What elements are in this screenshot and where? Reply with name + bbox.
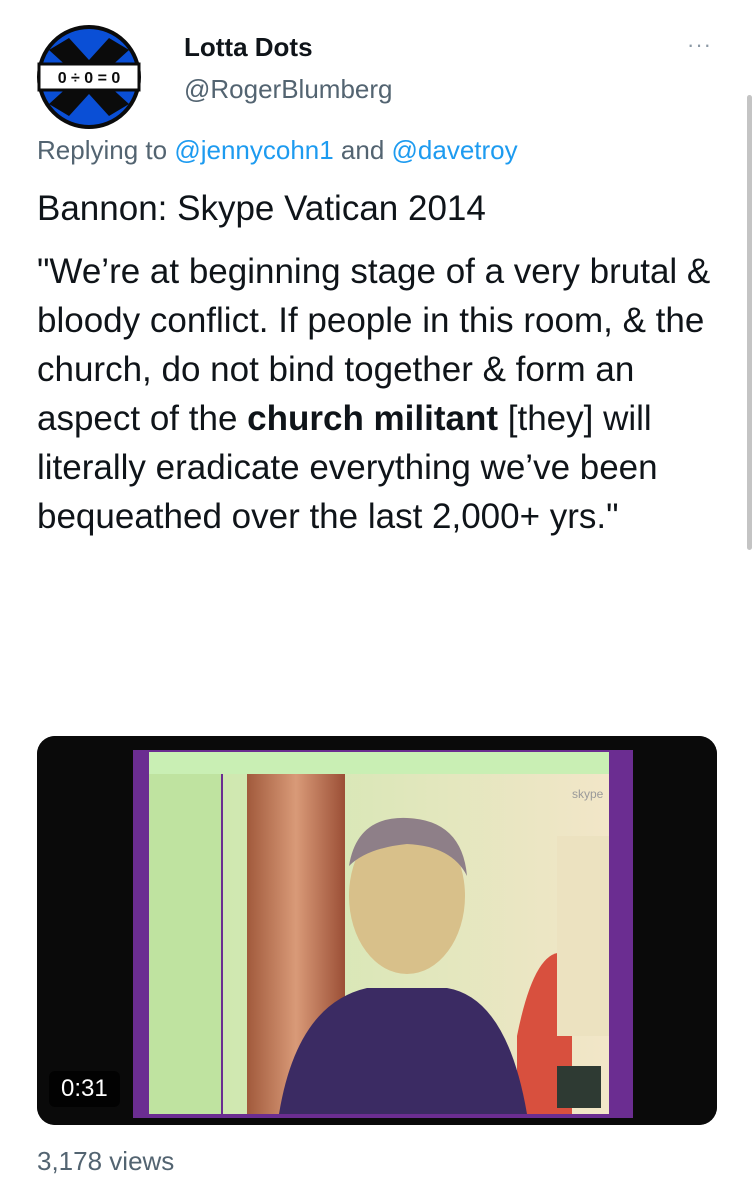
scrollbar-thumb[interactable] (747, 95, 752, 550)
tweet-text: Bannon: Skype Vatican 2014 "We’re at beg… (37, 184, 727, 541)
video-player[interactable]: skype 0:31 (37, 736, 717, 1125)
tweet-quote: "We’re at beginning stage of a very brut… (37, 247, 727, 541)
avatar[interactable]: 0 ÷ 0 = 0 (36, 24, 142, 130)
avatar-text: 0 ÷ 0 = 0 (58, 70, 121, 87)
mention-link[interactable]: @davetroy (392, 135, 518, 165)
replying-to: Replying to @jennycohn1 and @davetroy (37, 135, 518, 166)
tweet-header: 0 ÷ 0 = 0 Lotta Dots @RogerBlumberg ··· (36, 22, 726, 129)
mention-link[interactable]: @jennycohn1 (174, 135, 333, 165)
more-options-icon[interactable]: ··· (687, 32, 712, 58)
video-duration: 0:31 (49, 1071, 120, 1107)
user-handle[interactable]: @RogerBlumberg (184, 74, 392, 105)
video-frame: skype (37, 736, 717, 1125)
view-count: 3,178 views (37, 1146, 175, 1176)
tweet-line: Bannon: Skype Vatican 2014 (37, 189, 486, 228)
display-name[interactable]: Lotta Dots (184, 32, 313, 63)
skype-watermark: skype (572, 787, 604, 801)
scrollbar[interactable] (744, 95, 754, 550)
replying-to-label: Replying to (37, 135, 175, 165)
quote-bold: church militant (247, 399, 499, 438)
replying-to-joiner: and (333, 135, 392, 165)
avatar-logo-icon: 0 ÷ 0 = 0 (37, 25, 141, 129)
